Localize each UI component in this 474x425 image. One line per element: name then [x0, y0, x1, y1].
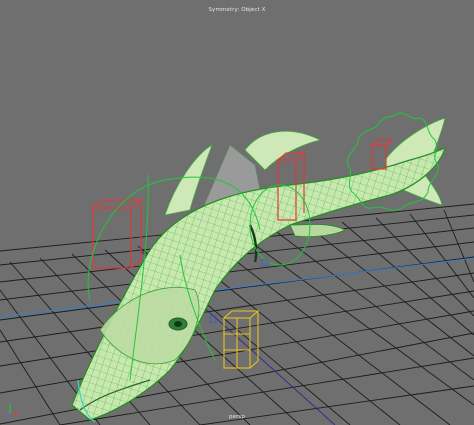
symmetry-label: Symmetry: Object X — [208, 7, 266, 13]
viewport-canvas[interactable] — [0, 0, 474, 425]
perspective-viewport[interactable]: Symmetry: Object X persp — [0, 0, 474, 425]
camera-name-label: persp — [229, 414, 245, 420]
jaw-control-yellow — [222, 310, 260, 369]
top-fin — [244, 130, 322, 171]
grid-axis-x — [0, 257, 474, 318]
fish-mesh — [71, 146, 446, 421]
axis-gizmo-icon — [4, 400, 24, 420]
